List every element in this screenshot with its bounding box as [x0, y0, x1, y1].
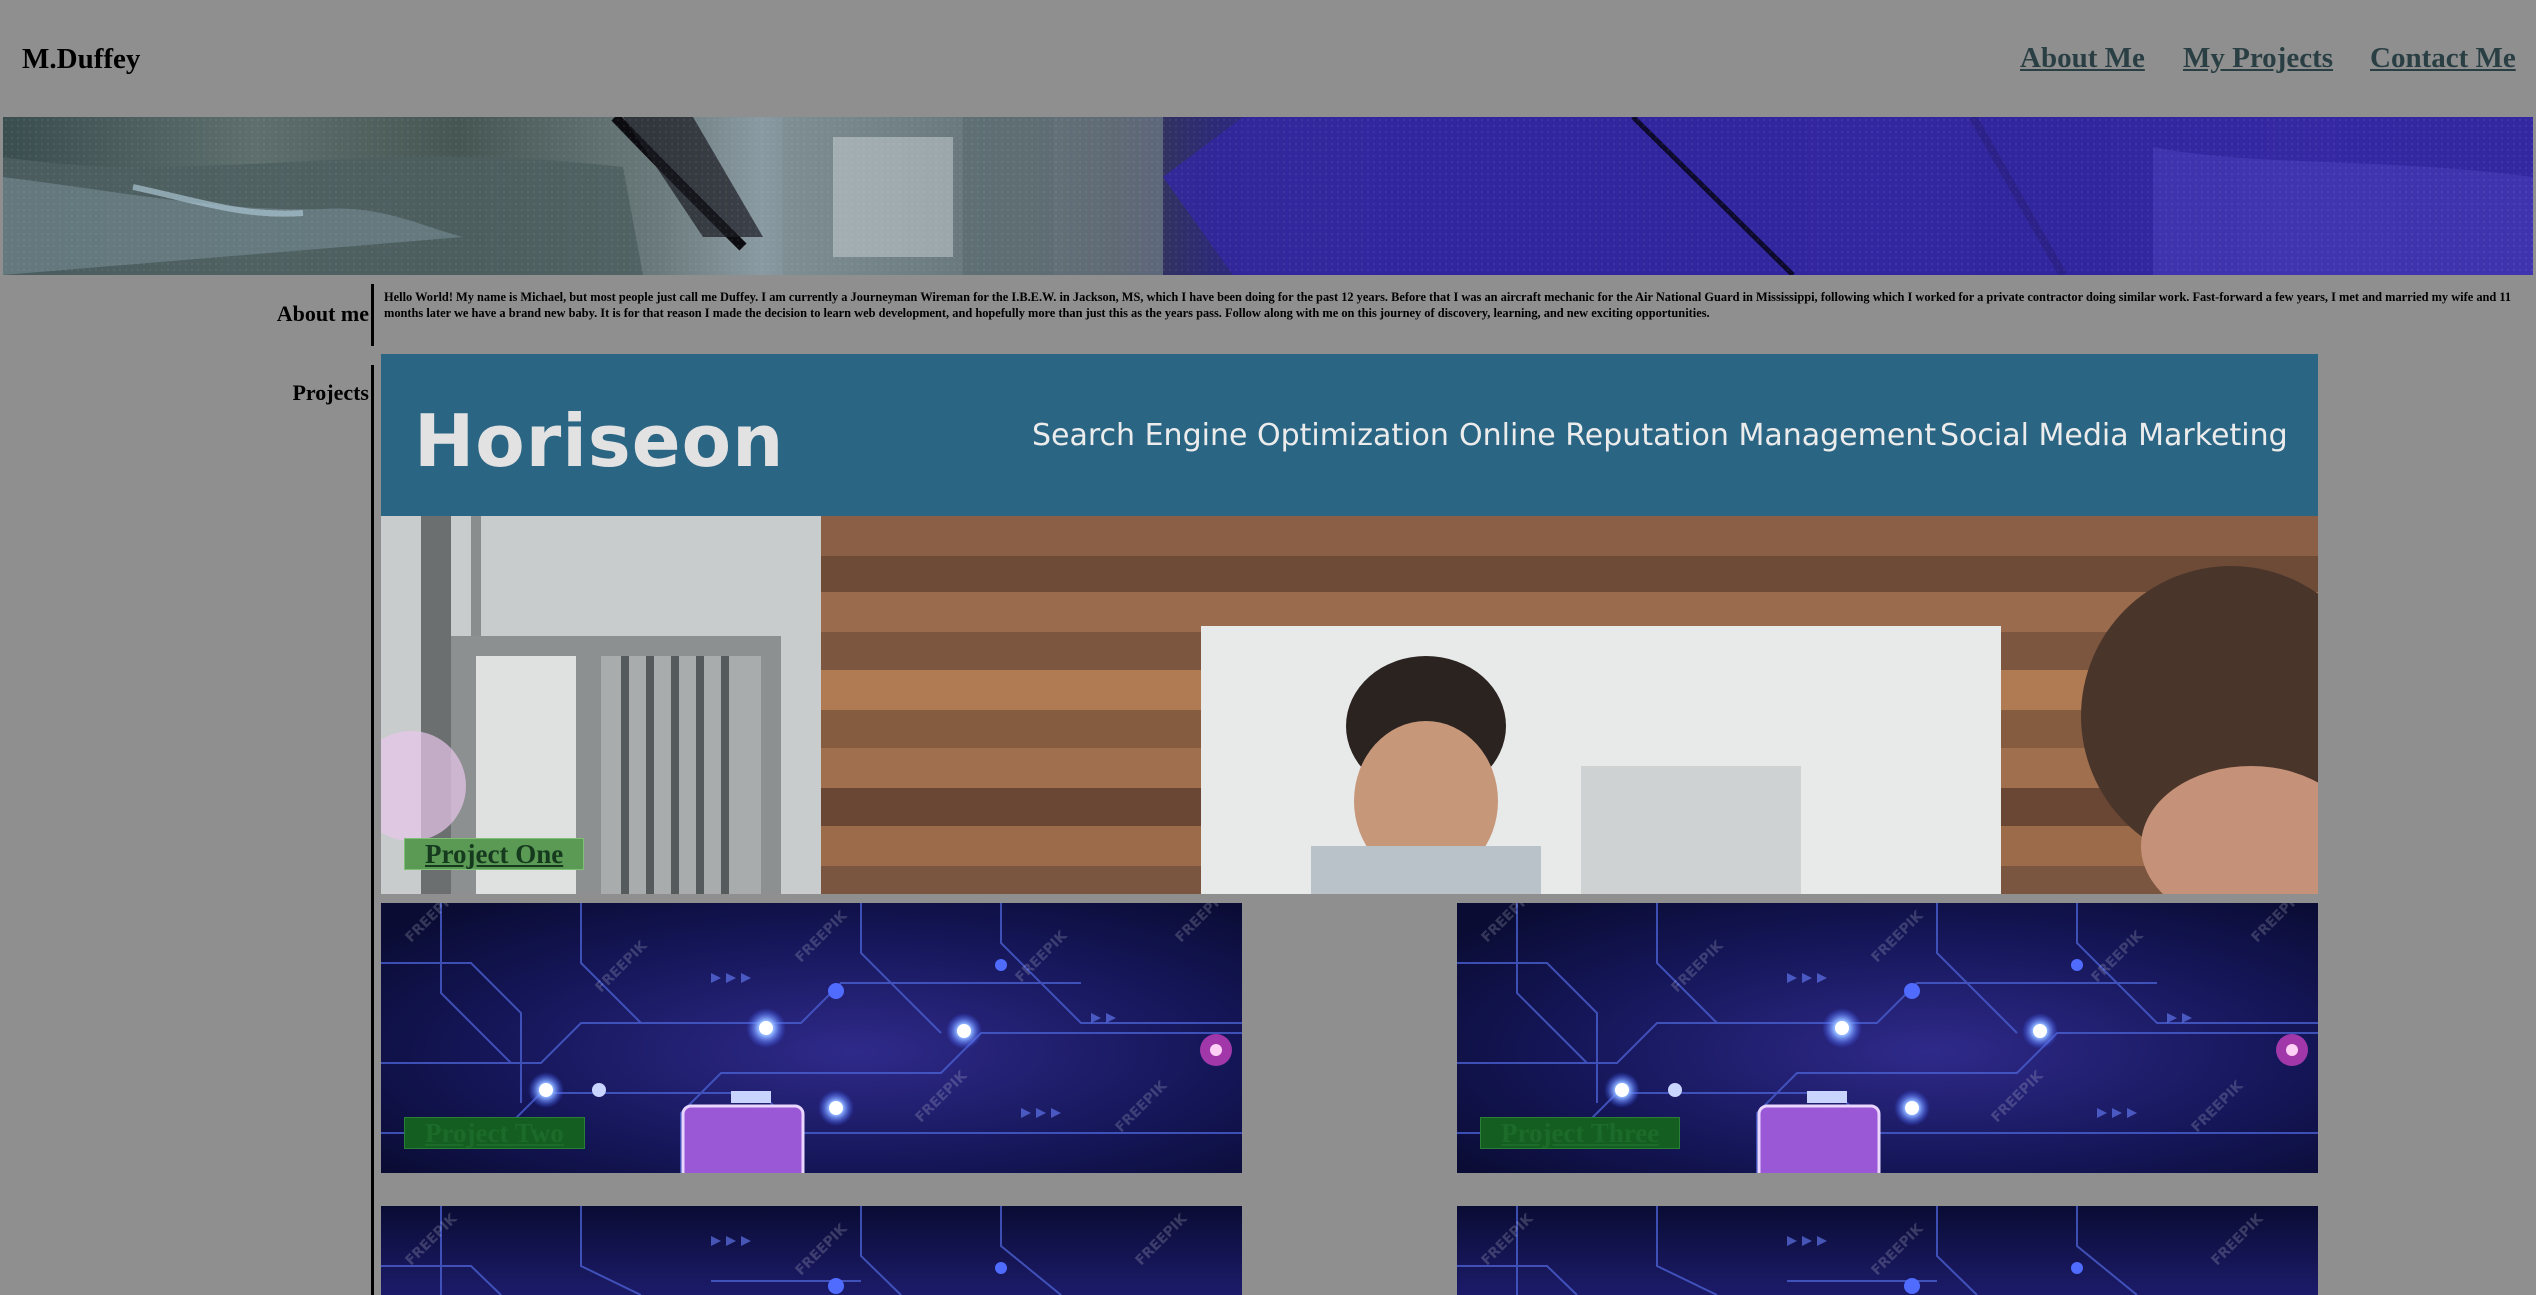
office-scene-image — [381, 516, 2318, 894]
project-two-card[interactable]: FREEPIK FREEPIK FREEPIK FREEPIK FREEPIK … — [381, 903, 1242, 1173]
project-three-card[interactable]: FREEPIK FREEPIK FREEPIK FREEPIK FREEPIK … — [1457, 903, 2318, 1173]
project-five-card[interactable]: FREEPIK FREEPIK FREEPIK — [1457, 1206, 2318, 1295]
circuit-board-image: FREEPIK FREEPIK FREEPIK — [381, 1206, 1242, 1295]
brand-name: M.Duffey — [22, 43, 141, 75]
horiseon-nav-orm: Online Reputation Management — [1459, 418, 1937, 453]
about-text: Hello World! My name is Michael, but mos… — [384, 290, 2512, 320]
project-three-link[interactable]: Project Three — [1480, 1117, 1681, 1149]
nav-my-projects-link[interactable]: My Projects — [2183, 39, 2333, 77]
nav-about-me-link[interactable]: About Me — [2020, 39, 2145, 77]
project-one-link[interactable]: Project One — [404, 838, 585, 870]
horiseon-header-image: Horiseon Search Engine Optimization Onli… — [381, 354, 2318, 516]
about-heading: About me — [276, 301, 369, 326]
projects-divider — [371, 365, 374, 1295]
project-one-card[interactable]: Horiseon Search Engine Optimization Onli… — [381, 354, 2318, 894]
horiseon-logo: Horiseon — [414, 399, 785, 483]
nav-contact-me-link[interactable]: Contact Me — [2370, 39, 2516, 77]
circuit-board-image: FREEPIK FREEPIK FREEPIK — [1457, 1206, 2318, 1295]
site-header: M.Duffey About Me My Projects Contact Me — [0, 0, 2536, 117]
project-two-link[interactable]: Project Two — [404, 1117, 585, 1149]
horiseon-nav-seo: Search Engine Optimization — [1032, 418, 1449, 453]
projects-heading: Projects — [292, 380, 369, 405]
about-divider — [371, 284, 374, 346]
hero-banner-image — [3, 117, 2533, 275]
project-four-card[interactable]: FREEPIK FREEPIK FREEPIK — [381, 1206, 1242, 1295]
horiseon-nav-smm: Social Media Marketing — [1940, 418, 2288, 453]
